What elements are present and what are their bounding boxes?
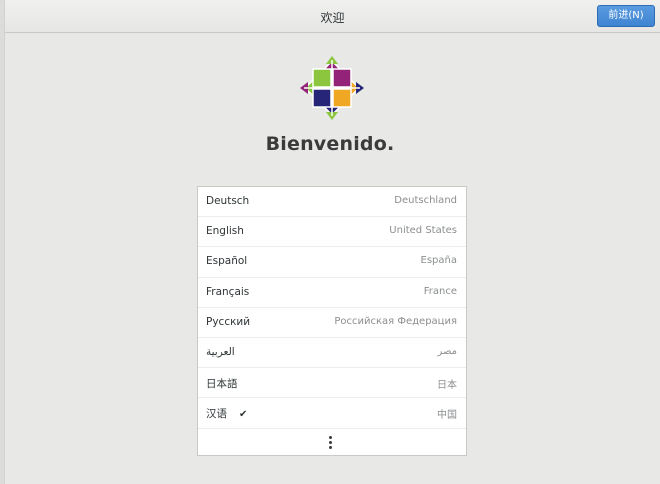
checkmark-icon: ✔ (239, 409, 248, 421)
language-row-deutsch[interactable]: Deutsch Deutschland (198, 187, 466, 218)
language-name: English (206, 225, 244, 238)
language-region: France (423, 285, 457, 297)
language-region: 日本 (437, 380, 457, 392)
language-name: Русский (206, 315, 251, 328)
more-vertical-icon (328, 435, 334, 450)
language-region: 中国 (437, 410, 457, 422)
welcome-title: Bienvenido. (265, 133, 395, 155)
header-bar: 欢迎 前进(N) (5, 0, 660, 33)
language-name: العربية (206, 345, 235, 358)
window-left-edge (0, 0, 5, 484)
language-region: United States (389, 225, 457, 237)
language-list: Deutsch Deutschland English United State… (197, 186, 467, 456)
language-row-espanol[interactable]: Español España (198, 247, 466, 278)
language-name: Deutsch (206, 195, 250, 207)
next-button[interactable]: 前进(N) (597, 5, 655, 27)
language-name: Español (206, 255, 248, 268)
language-name: Français (206, 285, 250, 298)
language-row-japanese[interactable]: 日本語 日本 (198, 368, 466, 399)
language-row-chinese[interactable]: 汉语 ✔ 中国 (198, 398, 466, 429)
language-row-russian[interactable]: Русский Российская Федерация (198, 308, 466, 338)
language-row-francais[interactable]: Français France (198, 278, 466, 308)
window-title: 欢迎 (320, 11, 345, 25)
language-name: 汉语 (206, 408, 227, 421)
language-region: Российская Федерация (334, 315, 457, 327)
language-row-arabic[interactable]: العربية مصر (198, 338, 466, 369)
language-name-with-check: 汉语 ✔ (206, 406, 247, 421)
language-region: مصر (437, 345, 457, 357)
language-name: 日本語 (206, 378, 238, 391)
language-region: Deutschland (394, 195, 457, 206)
centos-logo-icon (300, 56, 364, 120)
language-region: España (420, 255, 457, 267)
language-row-english[interactable]: English United States (198, 217, 466, 248)
more-languages-button[interactable] (198, 429, 466, 457)
gnome-initial-setup-window: 欢迎 前进(N) Bienvenido. Deutsch Deutschland… (0, 0, 660, 484)
